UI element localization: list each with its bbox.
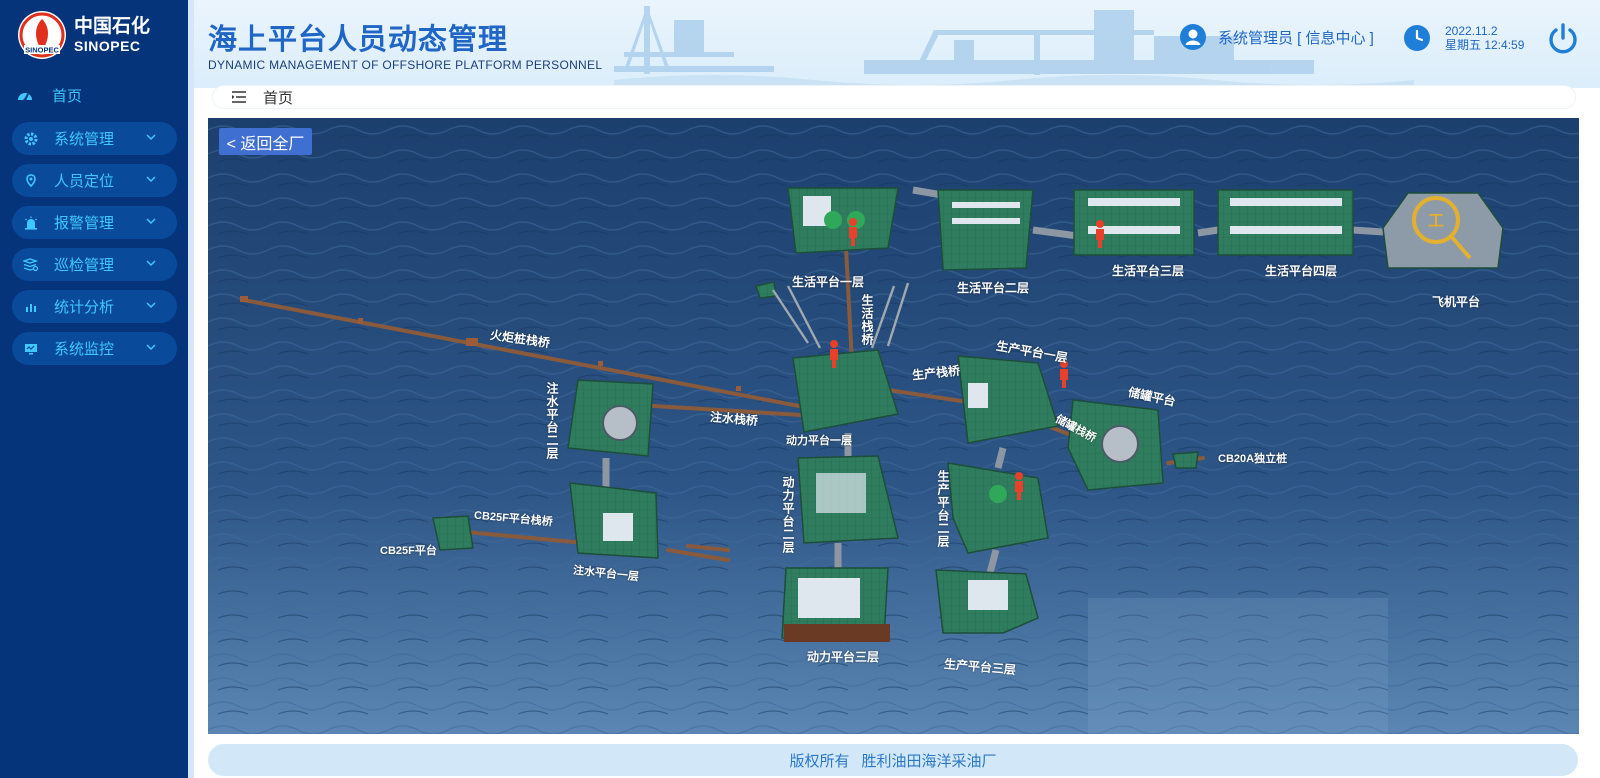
svg-text:SINOPEC: SINOPEC	[25, 46, 59, 55]
label-power-platform-2[interactable]: 动力平台二层	[780, 476, 797, 554]
sidebar-item-statistics[interactable]: 统计分析	[12, 290, 177, 323]
label-power-platform-3[interactable]: 动力平台三层	[807, 648, 879, 665]
chevron-down-icon	[146, 260, 156, 267]
copyright-text: 版权所有	[789, 752, 850, 770]
power-icon[interactable]	[1546, 22, 1580, 56]
label-cb25f-platform[interactable]: CB25F平台	[380, 542, 437, 558]
chevron-down-icon	[146, 218, 156, 225]
sidebar-item-label: 人员定位	[54, 173, 115, 190]
label-living-platform-1[interactable]: 生活平台一层	[792, 273, 864, 290]
sidebar-item-label: 报警管理	[54, 215, 115, 232]
clock-icon	[1404, 25, 1430, 51]
breadcrumb: 首页	[213, 86, 1575, 108]
user-icon	[1180, 24, 1206, 50]
svg-text:工: 工	[1428, 211, 1444, 230]
platform-map[interactable]: 工 生活平台一层 生活平台二层 生活平台三层 生活平台四层 飞机平台 生活栈桥 …	[208, 118, 1579, 734]
gear-icon	[22, 132, 40, 146]
sidebar-item-alarm-management[interactable]: 报警管理	[12, 206, 177, 239]
bar-chart-icon	[22, 301, 40, 313]
company-text: 胜利油田海洋采油厂	[861, 752, 997, 770]
page-title: 海上平台人员动态管理	[208, 24, 509, 56]
label-living-platform-4[interactable]: 生活平台四层	[1265, 262, 1337, 279]
label-power-platform-1[interactable]: 动力平台一层	[786, 432, 852, 448]
location-pin-icon	[22, 173, 40, 188]
sidebar-item-label: 首页	[52, 87, 83, 105]
sidebar: SINOPEC 中国石化 SINOPEC 首页 系统管理 人员定位 报警管理 巡…	[0, 0, 188, 778]
datetime-display: 2022.11.2 星期五 12:4:59	[1404, 24, 1524, 52]
menu-fold-icon[interactable]	[231, 90, 247, 104]
label-helipad[interactable]: 飞机平台	[1432, 293, 1480, 310]
label-living-platform-3[interactable]: 生活平台三层	[1112, 262, 1184, 279]
breadcrumb-current: 首页	[263, 89, 294, 107]
dashboard-icon	[16, 88, 34, 102]
sidebar-item-personnel-location[interactable]: 人员定位	[12, 164, 177, 197]
logo-cn-text: 中国石化	[74, 15, 151, 37]
label-water-injection-platform-2[interactable]: 注水平台二层	[544, 382, 561, 460]
label-production-platform-2[interactable]: 生产平台二层	[935, 470, 952, 548]
chevron-down-icon	[146, 344, 156, 351]
sinopec-logo-icon: SINOPEC	[18, 11, 66, 59]
chevron-down-icon	[146, 134, 156, 141]
platform-map-canvas: 工	[208, 118, 1579, 734]
sidebar-item-system-management[interactable]: 系统管理	[12, 122, 177, 155]
weekday-time-text: 星期五 12:4:59	[1445, 38, 1525, 52]
monitor-icon	[22, 343, 40, 355]
page-subtitle: DYNAMIC MANAGEMENT OF OFFSHORE PLATFORM …	[208, 58, 603, 72]
footer: 版权所有 胜利油田海洋采油厂	[208, 744, 1578, 776]
user-name: 系统管理员 [ 信息中心 ]	[1218, 29, 1374, 47]
sidebar-item-label: 系统管理	[54, 131, 115, 148]
sidebar-item-system-monitor[interactable]: 系统监控	[12, 332, 177, 365]
sidebar-item-home[interactable]: 首页	[16, 80, 82, 110]
label-living-bridge[interactable]: 生活栈桥	[859, 294, 876, 346]
sidebar-item-inspection-management[interactable]: 巡检管理	[12, 248, 177, 281]
logo-en-text: SINOPEC	[74, 38, 141, 54]
chevron-down-icon	[146, 176, 156, 183]
header: 海上平台人员动态管理 DYNAMIC MANAGEMENT OF OFFSHOR…	[194, 0, 1600, 88]
sidebar-divider	[188, 0, 194, 778]
sinopec-logo: SINOPEC 中国石化 SINOPEC	[16, 8, 166, 62]
label-living-platform-2[interactable]: 生活平台二层	[957, 279, 1029, 296]
chevron-down-icon	[146, 302, 156, 309]
user-info[interactable]: 系统管理员 [ 信息中心 ]	[1180, 24, 1374, 50]
sidebar-item-label: 统计分析	[54, 299, 115, 316]
back-to-plant-button[interactable]: < 返回全厂	[219, 128, 312, 155]
inspection-icon	[22, 257, 40, 272]
label-cb20a-pile[interactable]: CB20A独立桩	[1218, 450, 1287, 466]
date-text: 2022.11.2	[1445, 24, 1498, 38]
sidebar-item-label: 巡检管理	[54, 257, 115, 274]
sidebar-item-label: 系统监控	[54, 341, 115, 358]
alarm-icon	[22, 216, 40, 230]
